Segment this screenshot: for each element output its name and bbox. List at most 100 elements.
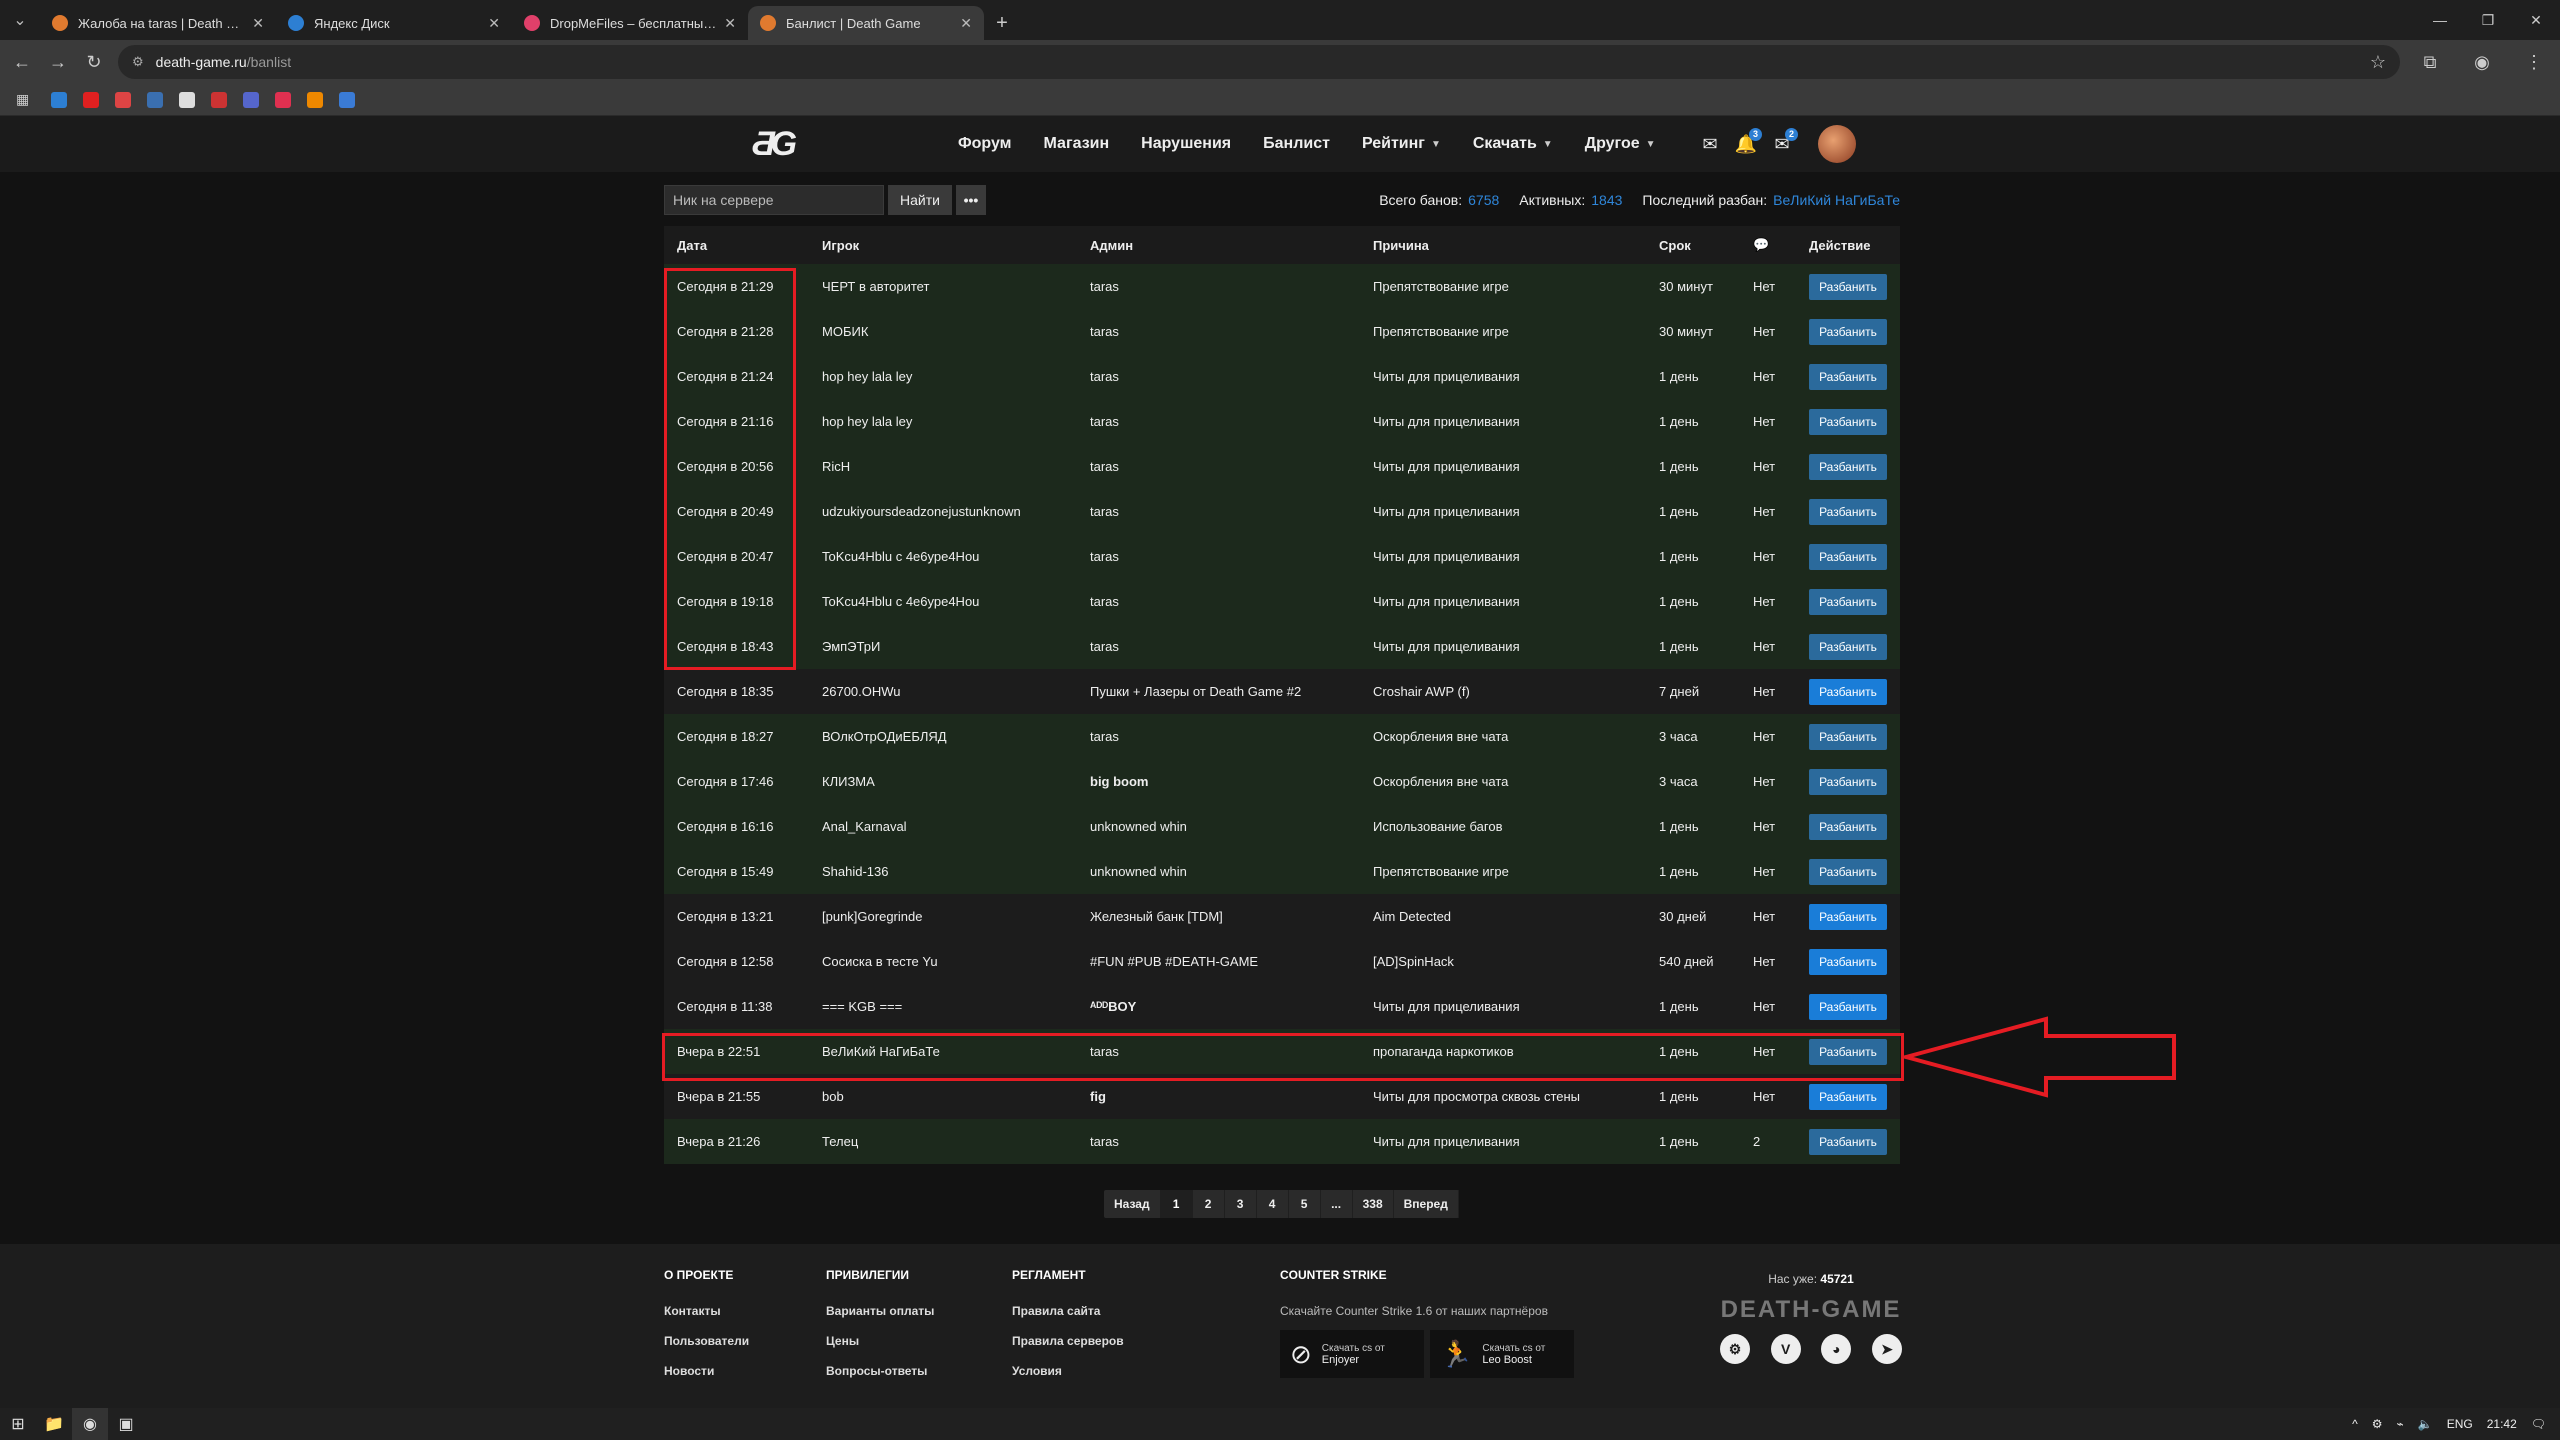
download-leoboost-button[interactable]: 🏃 Скачать cs от Leo Boost: [1430, 1330, 1574, 1378]
table-row[interactable]: Сегодня в 18:27 ВОлкОтрОДиЕБЛЯД taras Ос…: [664, 714, 1900, 759]
table-row[interactable]: Сегодня в 19:18 ToKcu4Hblu с 4е6уре4Hou …: [664, 579, 1900, 624]
download-enjoyer-button[interactable]: ⊘ Скачать cs от Enjoyer: [1280, 1330, 1424, 1378]
windows-start-icon[interactable]: ⊞: [0, 1408, 36, 1440]
footer-link[interactable]: Новости: [664, 1364, 749, 1378]
table-row[interactable]: Сегодня в 20:56 RicH taras Читы для приц…: [664, 444, 1900, 489]
unban-button[interactable]: Разбанить: [1809, 633, 1887, 660]
table-row[interactable]: Сегодня в 15:49 Shahid-136 unknowned whi…: [664, 849, 1900, 894]
browser-tab[interactable]: Яндекс Диск ✕: [276, 6, 512, 40]
reload-icon[interactable]: ↻: [76, 44, 112, 80]
bookmark-icon[interactable]: [275, 91, 292, 108]
forward-icon[interactable]: →: [40, 44, 76, 80]
unban-button[interactable]: Разбанить: [1809, 1083, 1887, 1110]
prev-page-button[interactable]: Назад: [1104, 1190, 1161, 1218]
tab-search-icon[interactable]: ⌄: [0, 0, 40, 40]
nav-item[interactable]: Скачать ▼: [1473, 135, 1553, 153]
steam-icon[interactable]: [147, 91, 164, 108]
unban-button[interactable]: Разбанить: [1809, 723, 1887, 750]
unban-button[interactable]: Разбанить: [1809, 498, 1887, 525]
table-row[interactable]: Вчера в 21:26 Телец taras Читы для прице…: [664, 1119, 1900, 1164]
unban-button[interactable]: Разбанить: [1809, 858, 1887, 885]
table-row[interactable]: Сегодня в 18:35 26700.OHWu Пушки + Лазер…: [664, 669, 1900, 714]
table-row[interactable]: Вчера в 21:55 bob fig Читы для просмотра…: [664, 1074, 1900, 1119]
browser-tab[interactable]: Банлист | Death Game ✕: [748, 6, 984, 40]
table-row[interactable]: Сегодня в 20:47 ToKcu4Hblu с 4е6уре4Hou …: [664, 534, 1900, 579]
language-indicator[interactable]: ENG: [2447, 1417, 2473, 1431]
close-window-icon[interactable]: ✕: [2512, 0, 2560, 40]
footer-link[interactable]: Правила серверов: [1012, 1334, 1124, 1348]
envelope-open-icon[interactable]: ✉: [1692, 134, 1728, 155]
tab-close-icon[interactable]: ✕: [960, 15, 972, 32]
steam-tray-icon[interactable]: ⚙: [2372, 1417, 2383, 1431]
footer-link[interactable]: Пользователи: [664, 1334, 749, 1348]
bookmark-icon[interactable]: [179, 91, 196, 108]
chrome-icon[interactable]: ◉: [72, 1408, 108, 1440]
unban-button[interactable]: Разбанить: [1809, 678, 1887, 705]
table-row[interactable]: Сегодня в 11:38 === KGB === ᴬᴰᴰBOY Читы …: [664, 984, 1900, 1029]
table-row[interactable]: Сегодня в 21:16 hop hey lala ley taras Ч…: [664, 399, 1900, 444]
table-row[interactable]: Сегодня в 21:29 ЧЕРТ в авторитет taras П…: [664, 264, 1900, 309]
nav-item[interactable]: Другое ▼: [1585, 135, 1656, 153]
unban-button[interactable]: Разбанить: [1809, 813, 1887, 840]
profile-icon[interactable]: ◉: [2456, 52, 2508, 73]
table-row[interactable]: Сегодня в 21:24 hop hey lala ley taras Ч…: [664, 354, 1900, 399]
volume-icon[interactable]: 🔈: [2418, 1417, 2433, 1431]
unban-button[interactable]: Разбанить: [1809, 1128, 1887, 1155]
unban-button[interactable]: Разбанить: [1809, 903, 1887, 930]
page-button[interactable]: 4: [1257, 1190, 1289, 1218]
avatar[interactable]: [1818, 125, 1856, 163]
app-icon[interactable]: ▣: [108, 1408, 144, 1440]
unban-button[interactable]: Разбанить: [1809, 273, 1887, 300]
browser-tab[interactable]: Жалоба на taras | Death Game ✕: [40, 6, 276, 40]
site-info-icon[interactable]: ⚙: [132, 54, 144, 70]
nav-item[interactable]: Нарушения: [1141, 135, 1231, 153]
unban-button[interactable]: Разбанить: [1809, 453, 1887, 480]
clock[interactable]: 21:42: [2487, 1417, 2517, 1431]
mail-icon[interactable]: ✉ 2: [1764, 127, 1800, 155]
unban-button[interactable]: Разбанить: [1809, 588, 1887, 615]
table-row[interactable]: Сегодня в 20:49 udzukiyoursdeadzonejustu…: [664, 489, 1900, 534]
extensions-icon[interactable]: ⧉: [2404, 52, 2456, 73]
new-tab-icon[interactable]: +: [984, 6, 1020, 40]
unban-button[interactable]: Разбанить: [1809, 408, 1887, 435]
gmail-icon[interactable]: [115, 91, 132, 108]
notifications-icon[interactable]: 🗨: [2531, 1417, 2546, 1431]
unban-button[interactable]: Разбанить: [1809, 318, 1887, 345]
footer-link[interactable]: Цены: [826, 1334, 934, 1348]
file-explorer-icon[interactable]: 📁: [36, 1408, 72, 1440]
find-button[interactable]: Найти: [888, 185, 952, 215]
nav-item[interactable]: Рейтинг ▼: [1362, 135, 1441, 153]
table-row[interactable]: Сегодня в 13:21 [punk]Goregrinde Железны…: [664, 894, 1900, 939]
table-row[interactable]: Вчера в 22:51 ВеЛиКий НаГиБаТе taras про…: [664, 1029, 1900, 1074]
apps-icon[interactable]: ▦: [16, 91, 29, 108]
bookmark-icon[interactable]: [243, 91, 260, 108]
next-page-button[interactable]: Вперед: [1394, 1190, 1459, 1218]
bell-icon[interactable]: 🔔 3: [1728, 127, 1764, 155]
menu-icon[interactable]: ⋮: [2508, 52, 2560, 73]
table-row[interactable]: Сегодня в 12:58 Сосиска в тесте Yu #FUN …: [664, 939, 1900, 984]
vk-icon[interactable]: V: [1770, 1334, 1801, 1364]
footer-link[interactable]: Правила сайта: [1012, 1304, 1124, 1318]
nav-item[interactable]: Форум: [958, 135, 1012, 153]
page-button[interactable]: 338: [1353, 1190, 1394, 1218]
footer-link[interactable]: Вопросы-ответы: [826, 1364, 934, 1378]
last-unban-player-link[interactable]: ВеЛиКий НаГиБаТе: [1773, 192, 1900, 208]
steam-icon[interactable]: ⚙: [1720, 1334, 1750, 1364]
footer-link[interactable]: Условия: [1012, 1364, 1124, 1378]
tray-chevron-icon[interactable]: ^: [2352, 1417, 2358, 1431]
bookmark-icon[interactable]: [51, 91, 68, 108]
footer-link[interactable]: Варианты оплаты: [826, 1304, 934, 1318]
telegram-icon[interactable]: ➤: [1871, 1334, 1902, 1364]
unban-button[interactable]: Разбанить: [1809, 363, 1887, 390]
page-button[interactable]: 1: [1160, 1190, 1193, 1218]
network-icon[interactable]: ⌁: [2397, 1417, 2404, 1431]
table-row[interactable]: Сегодня в 17:46 КЛИЗМА big boom Оскорбле…: [664, 759, 1900, 804]
site-logo[interactable]: ƋG: [752, 125, 812, 163]
tab-close-icon[interactable]: ✕: [724, 15, 736, 32]
back-icon[interactable]: ←: [4, 44, 40, 80]
page-button[interactable]: 3: [1225, 1190, 1257, 1218]
table-row[interactable]: Сегодня в 21:28 МОБИК taras Препятствова…: [664, 309, 1900, 354]
tab-close-icon[interactable]: ✕: [488, 15, 500, 32]
nav-item[interactable]: Магазин: [1044, 135, 1110, 153]
url-input[interactable]: ⚙ death-game.ru/banlist ☆: [118, 45, 2400, 79]
